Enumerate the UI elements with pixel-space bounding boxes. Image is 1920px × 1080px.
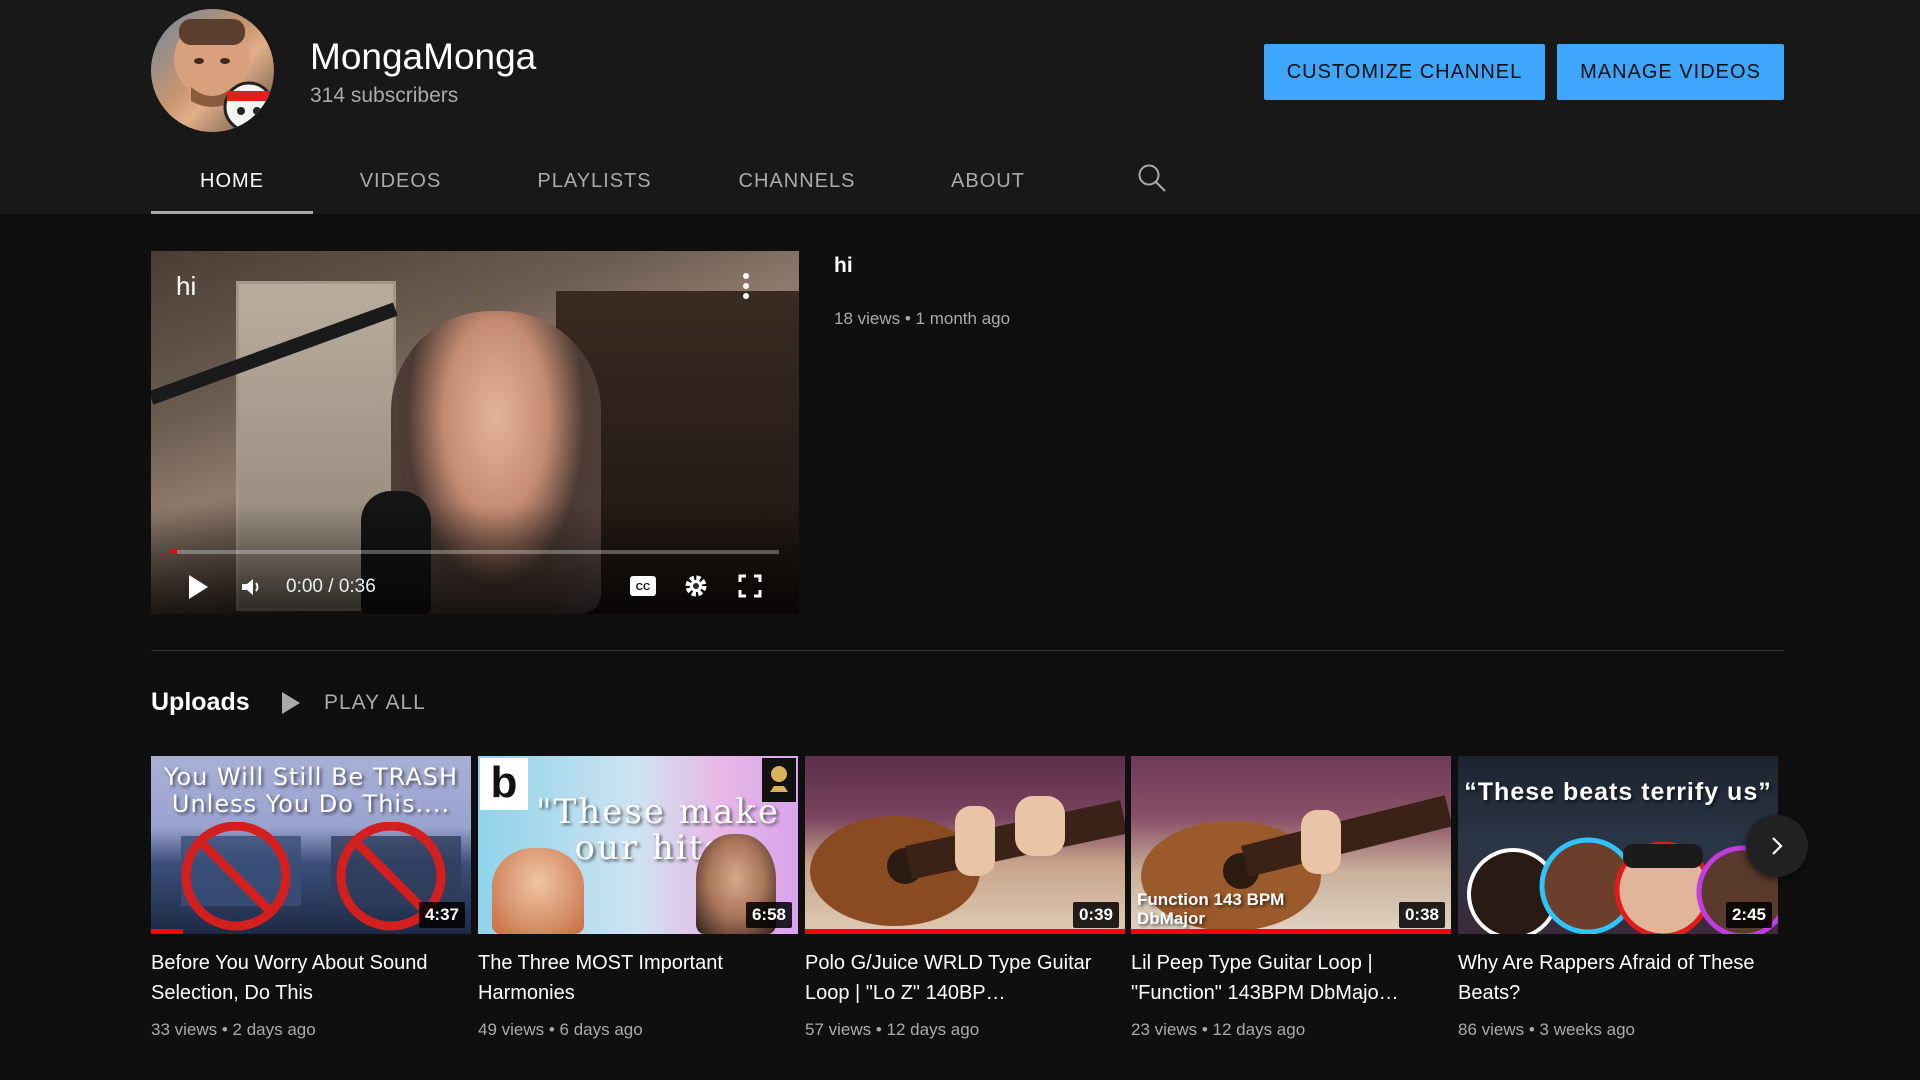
video-thumbnail[interactable]: b "These make our hits" 6:58 <box>478 756 798 934</box>
chevron-right-icon <box>1772 837 1783 855</box>
search-icon[interactable] <box>1136 162 1168 194</box>
player-progress-bar[interactable] <box>171 550 779 554</box>
video-meta: 57 views • 12 days ago <box>805 1020 980 1039</box>
manage-videos-button[interactable]: MANAGE VIDEOS <box>1557 44 1784 100</box>
tab-channels[interactable]: CHANNELS <box>701 148 893 214</box>
customize-channel-button[interactable]: CUSTOMIZE CHANNEL <box>1264 44 1545 100</box>
trophy-icon <box>762 758 796 802</box>
section-divider <box>151 650 1784 651</box>
video-thumbnail[interactable]: “These beats terrify us” 2:45 <box>1458 756 1778 934</box>
play-icon[interactable] <box>186 573 210 606</box>
video-title[interactable]: The Three MOST Important Harmonies <box>478 948 796 1008</box>
player-video-title[interactable]: hi <box>176 271 196 302</box>
watched-progress-bar <box>805 929 1125 934</box>
thumbnail-text: Function 143 BPM DbMajor <box>1137 890 1285 928</box>
more-options-icon[interactable] <box>739 271 753 301</box>
video-title[interactable]: Before You Worry About Sound Selection, … <box>151 948 469 1008</box>
thumbnail-text: You Will Still Be TRASH Unless You Do Th… <box>163 763 459 818</box>
play-all-label: PLAY ALL <box>324 691 426 714</box>
person-photo <box>492 848 584 934</box>
shelf-next-button[interactable] <box>1746 815 1808 877</box>
video-title[interactable]: Lil Peep Type Guitar Loop | "Function" 1… <box>1131 948 1449 1008</box>
video-meta: 49 views • 6 days ago <box>478 1020 643 1039</box>
channel-tabs: HOME VIDEOS PLAYLISTS CHANNELS ABOUT <box>151 148 1083 214</box>
video-duration: 4:37 <box>418 902 465 928</box>
tab-about[interactable]: ABOUT <box>893 148 1083 214</box>
video-meta: 86 views • 3 weeks ago <box>1458 1020 1635 1039</box>
video-card[interactable]: b "These make our hits" 6:58 The Three M… <box>478 756 798 1040</box>
channel-name: MongaMonga <box>310 36 537 77</box>
video-card[interactable]: Function 143 BPM DbMajor 0:38 Lil Peep T… <box>1131 756 1451 1040</box>
svg-text:CC: CC <box>636 582 650 593</box>
play-all-button[interactable]: PLAY ALL <box>280 688 426 718</box>
video-duration: 0:38 <box>1398 902 1445 928</box>
featured-video-player[interactable]: hi 0:00 / 0:36 CC <box>151 251 799 614</box>
tab-videos[interactable]: VIDEOS <box>313 148 488 214</box>
channel-header: MongaMonga 314 subscribers CUSTOMIZE CHA… <box>0 0 1920 214</box>
video-thumbnail[interactable]: Function 143 BPM DbMajor 0:38 <box>1131 756 1451 934</box>
video-card[interactable]: “These beats terrify us” 2:45 Why Are Ra… <box>1458 756 1778 1040</box>
closed-captions-icon[interactable]: CC <box>629 575 657 602</box>
video-thumbnail[interactable]: 0:39 <box>805 756 1125 934</box>
video-duration: 6:58 <box>745 902 792 928</box>
tab-playlists[interactable]: PLAYLISTS <box>488 148 701 214</box>
video-duration: 2:45 <box>1725 902 1772 928</box>
video-meta: 33 views • 2 days ago <box>151 1020 316 1039</box>
subscriber-count: 314 subscribers <box>310 84 459 107</box>
tab-home[interactable]: HOME <box>151 148 313 214</box>
player-time: 0:00 / 0:36 <box>286 576 376 597</box>
thumbnail-text: “These beats terrify us” <box>1464 778 1772 806</box>
video-title[interactable]: Polo G/Juice WRLD Type Guitar Loop | "Lo… <box>805 948 1123 1008</box>
featured-video-meta: 18 views • 1 month ago <box>834 309 1011 328</box>
video-card[interactable]: You Will Still Be TRASH Unless You Do Th… <box>151 756 471 1040</box>
watched-progress-bar <box>151 929 183 934</box>
uploads-shelf-title[interactable]: Uploads <box>151 688 250 717</box>
player-progress-fill <box>171 550 178 554</box>
fullscreen-icon[interactable] <box>738 574 762 603</box>
video-card[interactable]: 0:39 Polo G/Juice WRLD Type Guitar Loop … <box>805 756 1125 1040</box>
video-thumbnail[interactable]: You Will Still Be TRASH Unless You Do Th… <box>151 756 471 934</box>
play-all-icon <box>282 692 300 714</box>
video-title[interactable]: Why Are Rappers Afraid of These Beats? <box>1458 948 1776 1008</box>
volume-icon[interactable] <box>241 577 263 602</box>
watched-progress-bar <box>1131 929 1451 934</box>
settings-gear-icon[interactable] <box>683 573 709 604</box>
video-meta: 23 views • 12 days ago <box>1131 1020 1306 1039</box>
featured-video-title[interactable]: hi <box>834 254 853 278</box>
video-duration: 0:39 <box>1072 902 1119 928</box>
channel-avatar[interactable] <box>151 9 274 132</box>
